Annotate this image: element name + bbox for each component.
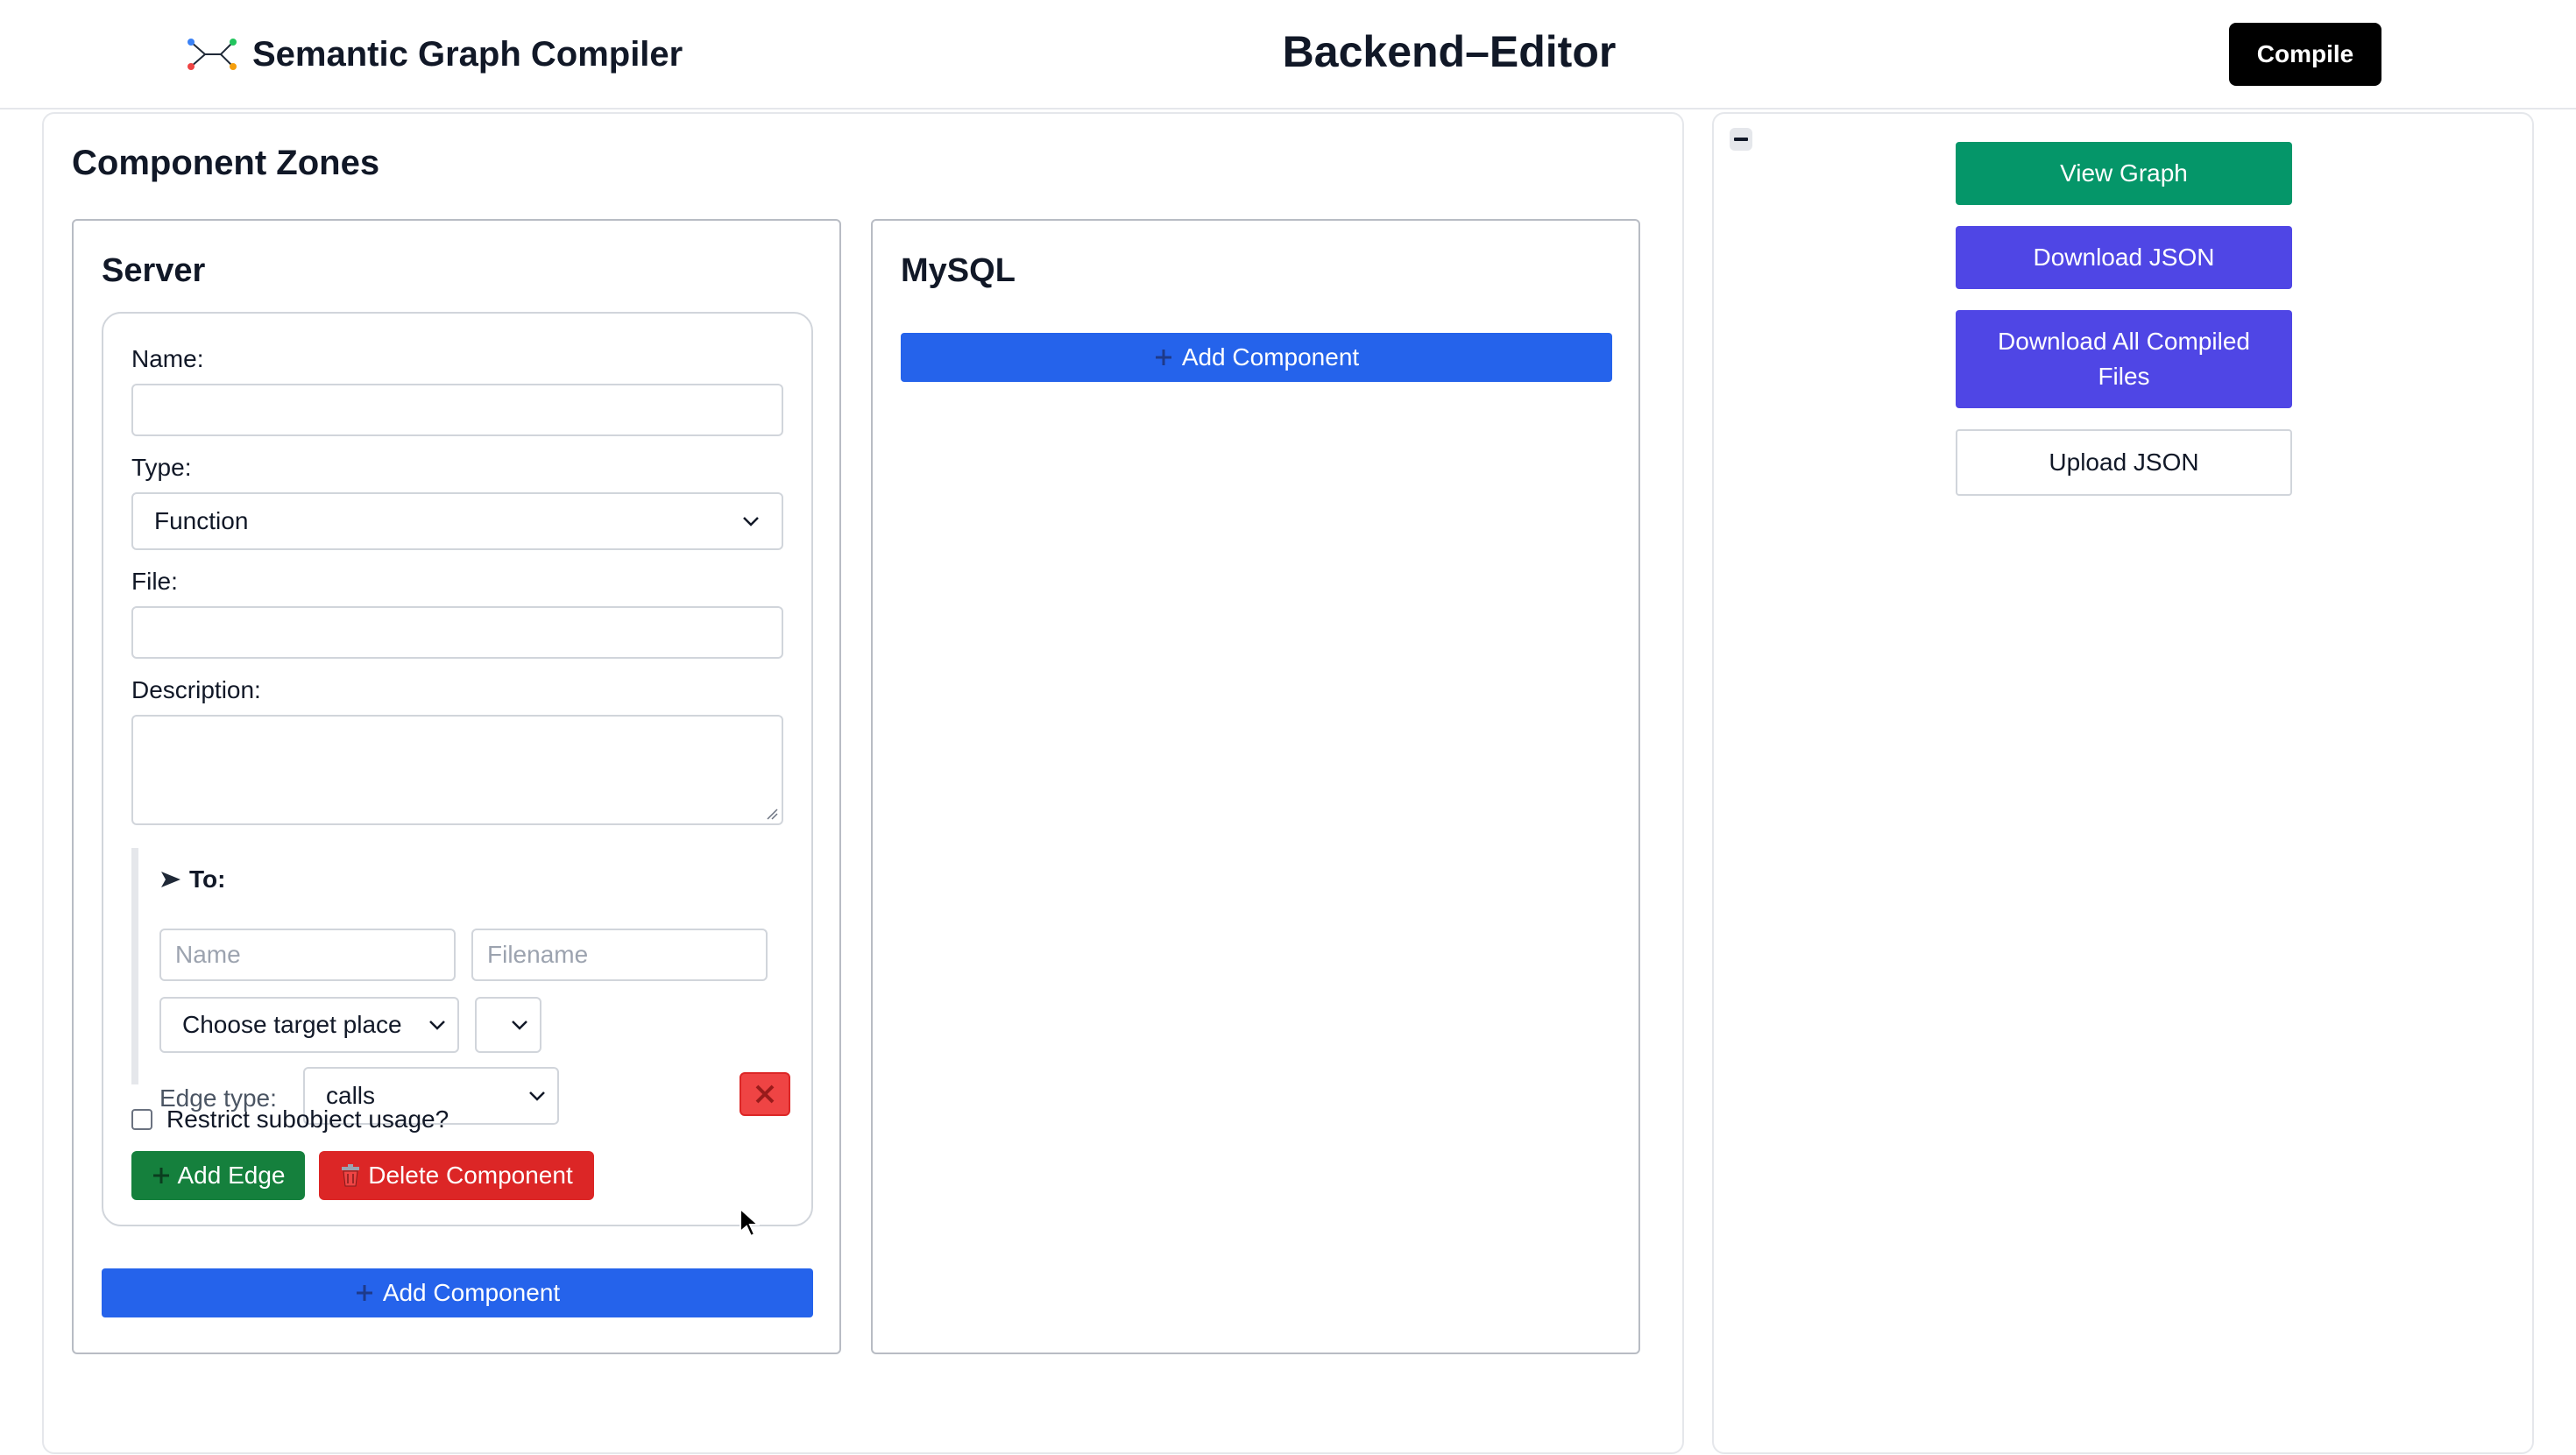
remove-edge-button[interactable]	[740, 1072, 790, 1116]
zone-mysql: MySQL Add Component	[871, 219, 1640, 1354]
restrict-checkbox[interactable]	[131, 1109, 152, 1130]
add-component-button[interactable]: Add Component	[901, 333, 1612, 382]
restrict-label: Restrict subobject usage?	[166, 1105, 449, 1133]
component-card: Name: Type: Function File: Description: …	[102, 312, 813, 1226]
zones-title: Component Zones	[72, 144, 380, 182]
add-component-label: Add Component	[1181, 343, 1360, 371]
mouse-cursor-icon	[740, 1207, 760, 1238]
download-all-button[interactable]: Download All Compiled Files	[1956, 310, 2292, 408]
file-input[interactable]	[131, 606, 783, 659]
delete-component-button[interactable]: Delete Component	[319, 1151, 594, 1200]
zone-title: MySQL	[901, 252, 1016, 289]
arrow-right-icon	[161, 872, 180, 887]
plus-icon	[152, 1168, 169, 1183]
edge-to-label: To:	[189, 865, 226, 893]
zone-server: Server Name: Type: Function File: Descri…	[72, 219, 841, 1354]
add-component-button[interactable]: Add Component	[102, 1268, 813, 1317]
edge-name-placeholder: Name	[175, 941, 241, 968]
minus-icon[interactable]	[1730, 128, 1752, 151]
delete-component-label: Delete Component	[368, 1162, 573, 1189]
app-header: Semantic Graph Compiler Backend–Editor C…	[0, 0, 2576, 109]
edge-filename-input[interactable]: Filename	[471, 929, 768, 981]
download-json-button[interactable]: Download JSON	[1956, 226, 2292, 289]
name-input[interactable]	[131, 384, 783, 436]
chevron-down-icon	[529, 1091, 545, 1101]
restrict-row: Restrict subobject usage?	[131, 1105, 449, 1134]
edge-filename-placeholder: Filename	[487, 941, 589, 968]
description-label: Description:	[131, 676, 261, 703]
page-title: Backend–Editor	[1282, 27, 1617, 76]
type-select[interactable]: Function	[131, 492, 783, 550]
chevron-down-icon	[512, 1021, 527, 1030]
actions-panel: View Graph Download JSON Download All Co…	[1712, 112, 2534, 1454]
target-place-value: Choose target place	[182, 1011, 402, 1038]
target-secondary-select[interactable]	[475, 997, 541, 1053]
chevron-down-icon	[429, 1021, 445, 1030]
edge-block: To: Name Filename Choose target place Ed…	[131, 848, 790, 1125]
file-label: File:	[131, 568, 178, 595]
add-edge-button[interactable]: Add Edge	[131, 1151, 305, 1200]
add-edge-label: Add Edge	[177, 1162, 286, 1189]
compile-button[interactable]: Compile	[2229, 23, 2381, 86]
add-component-label: Add Component	[382, 1279, 561, 1306]
edge-to-heading: To:	[159, 865, 225, 893]
name-label: Name:	[131, 345, 204, 372]
trash-icon	[342, 1164, 360, 1187]
upload-json-button[interactable]: Upload JSON	[1956, 429, 2292, 496]
description-textarea[interactable]	[131, 715, 783, 825]
plus-icon	[356, 1285, 372, 1301]
edge-name-input[interactable]: Name	[159, 929, 456, 981]
zone-title: Server	[102, 252, 206, 289]
view-graph-button[interactable]: View Graph	[1956, 142, 2292, 205]
type-label: Type:	[131, 454, 192, 481]
target-place-select[interactable]: Choose target place	[159, 997, 459, 1053]
chevron-down-icon	[743, 517, 759, 526]
component-zones-panel: Component Zones Server Name: Type: Funct…	[42, 112, 1684, 1454]
resize-grip-icon[interactable]	[764, 806, 778, 820]
type-select-value: Function	[154, 507, 249, 534]
plus-icon	[1155, 350, 1171, 365]
close-icon	[755, 1084, 775, 1104]
